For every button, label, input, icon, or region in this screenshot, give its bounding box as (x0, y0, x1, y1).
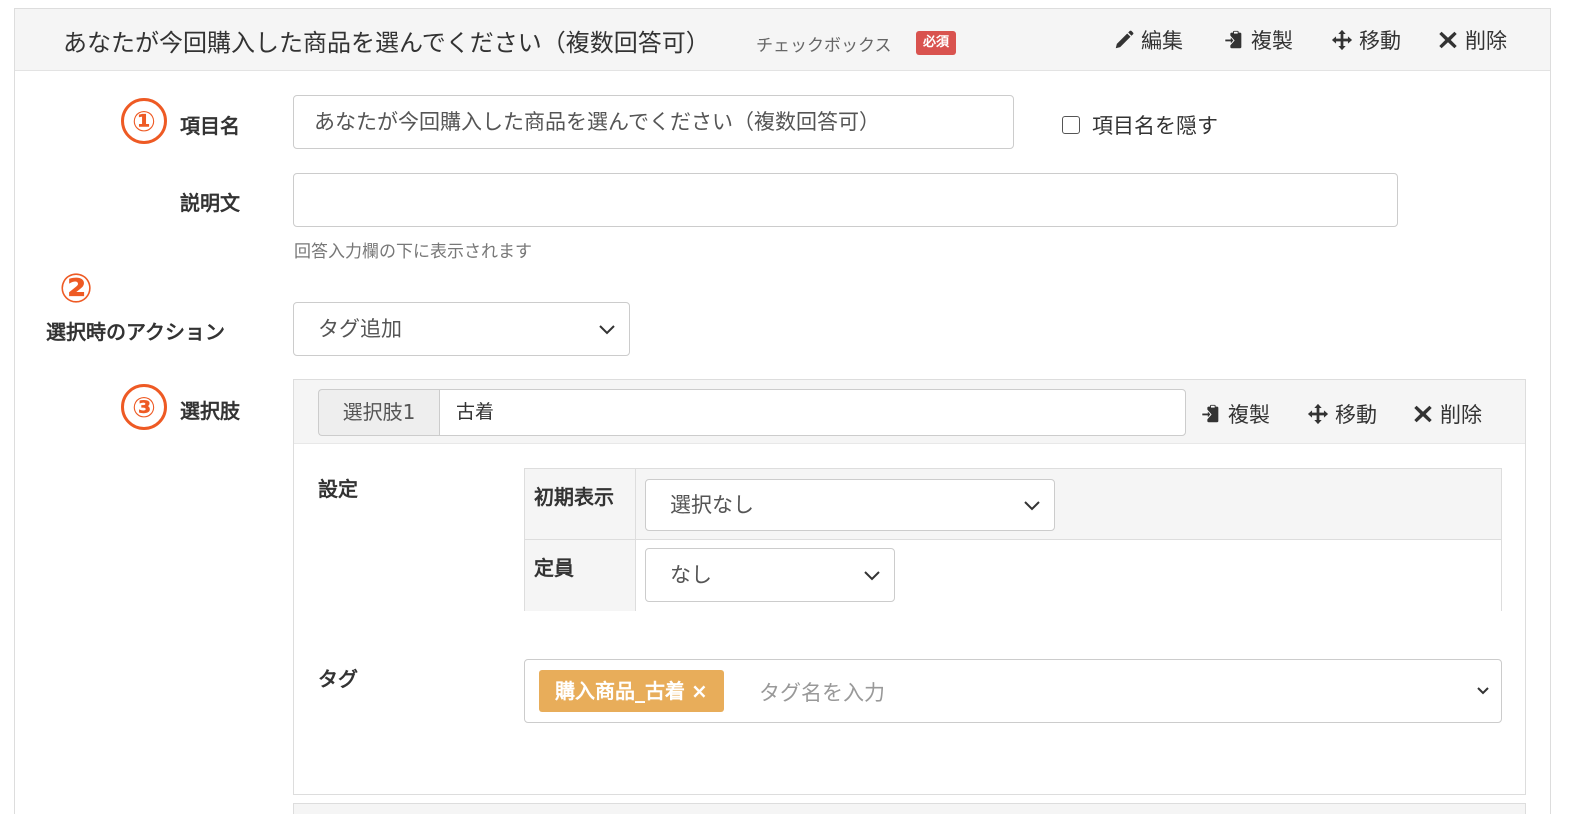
move-label: 移動 (1359, 29, 1401, 53)
hide-item-name-toggle[interactable]: 項目名を隠す (1062, 110, 1218, 140)
tag-chip-label: 購入商品_古着 (555, 679, 685, 703)
option-card: 選択肢1 古着 複製 移動 削除 設定 初期表示 選択なし 定員 なし タグ 購… (293, 379, 1526, 795)
capacity-select[interactable]: なし (645, 548, 895, 602)
settings-table: 初期表示 選択なし 定員 なし (524, 468, 1502, 611)
option-value-input[interactable]: 古着 (439, 389, 1186, 436)
description-help: 回答入力欄の下に表示されます (294, 242, 532, 262)
item-name-label: 項目名 (180, 114, 240, 138)
step-marker-2: ② (59, 266, 93, 312)
move-arrows-icon (1331, 29, 1353, 51)
option-move-button[interactable]: 移動 (1307, 399, 1377, 429)
move-button[interactable]: 移動 (1331, 25, 1401, 55)
question-title: あなたが今回購入した商品を選んでください（複数回答可） (63, 29, 710, 57)
required-badge: 必須 (916, 31, 957, 55)
move-arrows-icon (1307, 403, 1329, 425)
capacity-row: 定員 なし (525, 540, 1501, 611)
edit-label: 編集 (1141, 29, 1183, 53)
chevron-down-icon (1024, 501, 1040, 511)
description-input[interactable] (293, 173, 1398, 227)
clipboard-copy-icon (1200, 403, 1222, 425)
options-label: 選択肢 (180, 399, 240, 423)
tag-input[interactable]: 購入商品_古着 × タグ名を入力 (524, 659, 1502, 723)
chevron-down-icon (599, 325, 615, 335)
action-selected-value: タグ追加 (318, 317, 402, 341)
step-marker-1: ① (121, 98, 167, 144)
option-move-label: 移動 (1335, 403, 1377, 427)
description-label: 説明文 (180, 191, 240, 215)
settings-label: 設定 (318, 477, 358, 501)
capacity-label: 定員 (525, 540, 636, 611)
tag-remove-icon[interactable]: × (691, 679, 708, 703)
item-name-input[interactable]: あなたが今回購入した商品を選んでください（複数回答可） (293, 95, 1014, 149)
hide-item-name-checkbox[interactable] (1062, 116, 1080, 134)
option-duplicate-label: 複製 (1228, 403, 1270, 427)
clipboard-copy-icon (1223, 29, 1245, 51)
x-icon (1412, 403, 1434, 425)
duplicate-button[interactable]: 複製 (1223, 25, 1293, 55)
edit-button[interactable]: 編集 (1113, 25, 1183, 55)
option-delete-button[interactable]: 削除 (1412, 399, 1482, 429)
delete-button[interactable]: 削除 (1437, 25, 1507, 55)
action-label: 選択時のアクション (46, 320, 225, 344)
option-duplicate-button[interactable]: 複製 (1200, 399, 1270, 429)
option-delete-label: 削除 (1440, 403, 1482, 427)
capacity-selected: なし (670, 563, 712, 587)
step-marker-3: ③ (121, 384, 167, 430)
option-header: 選択肢1 古着 複製 移動 削除 (294, 380, 1525, 444)
tag-chip: 購入商品_古着 × (539, 670, 724, 712)
initial-display-selected: 選択なし (670, 493, 754, 517)
x-icon (1437, 29, 1459, 51)
action-select[interactable]: タグ追加 (293, 302, 630, 356)
tag-placeholder: タグ名を入力 (759, 681, 885, 705)
hide-item-name-label: 項目名を隠す (1092, 114, 1218, 138)
chevron-down-icon (864, 571, 880, 581)
question-type-label: チェックボックス (756, 36, 892, 56)
initial-display-row: 初期表示 選択なし (525, 469, 1501, 540)
tag-label: タグ (318, 667, 358, 691)
option-index-addon: 選択肢1 (318, 389, 439, 436)
chevron-down-icon[interactable] (1475, 682, 1491, 698)
initial-display-select[interactable]: 選択なし (645, 479, 1055, 531)
delete-label: 削除 (1465, 29, 1507, 53)
question-header: あなたが今回購入した商品を選んでください（複数回答可） チェックボックス 必須 … (15, 9, 1550, 71)
pencil-icon (1113, 29, 1135, 51)
duplicate-label: 複製 (1251, 29, 1293, 53)
next-option-card (293, 803, 1526, 814)
initial-display-label: 初期表示 (525, 469, 636, 539)
